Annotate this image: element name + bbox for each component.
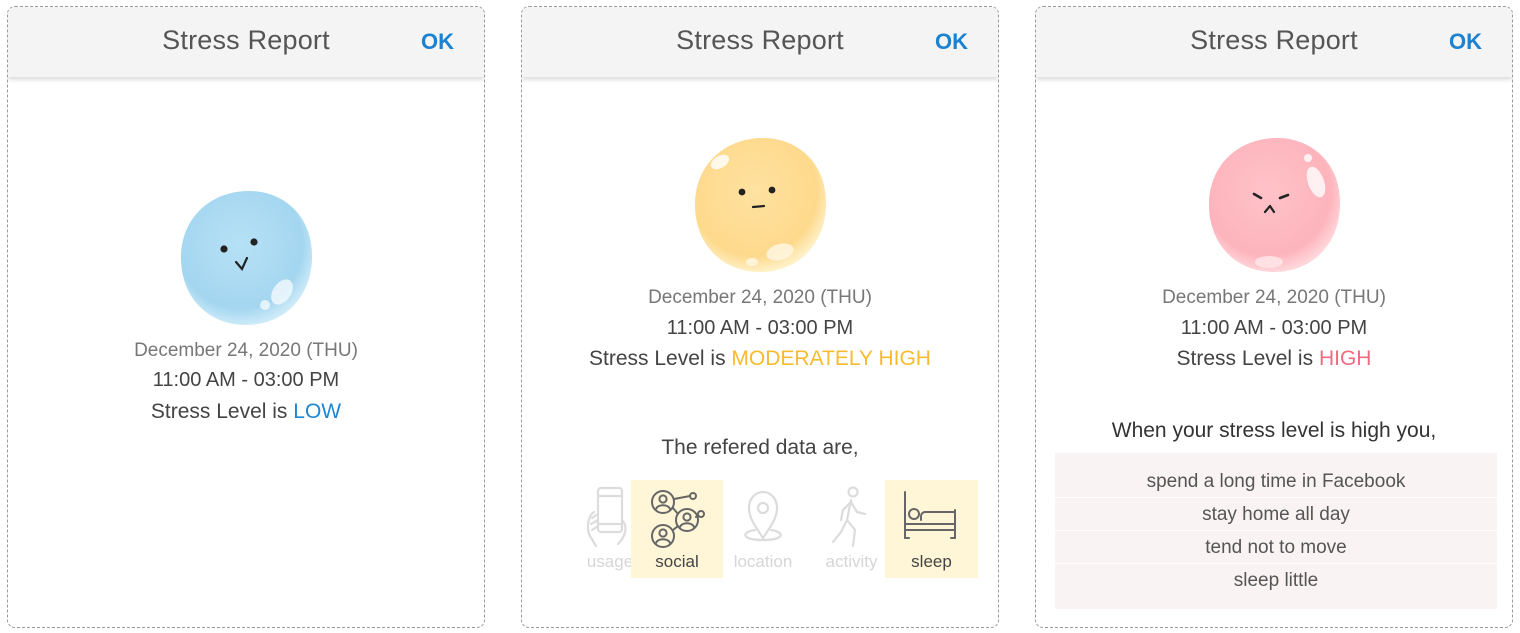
stress-level-text: Stress Level is MODERATELY HIGH — [522, 347, 998, 371]
data-item-label: sleep — [911, 552, 952, 571]
report-time-range: 11:00 AM - 03:00 PM — [1180, 317, 1368, 339]
report-date: December 24, 2020 (THU) — [134, 340, 358, 361]
when-high-title: When your stress level is high you, — [1111, 419, 1437, 442]
neutral-yellow-blob-icon — [690, 134, 832, 276]
list-item: stay home all day — [1055, 498, 1497, 531]
stress-level-value: MODERATELY HIGH — [731, 347, 931, 370]
social-network-icon — [651, 490, 705, 548]
report-time-range: 11:00 AM - 03:00 PM — [666, 317, 854, 339]
stress-level-prefix: Stress Level is — [589, 347, 732, 370]
ok-button[interactable]: OK — [421, 29, 454, 55]
data-item-label: activity — [825, 552, 878, 571]
list-item: sleep little — [1233, 570, 1319, 591]
location-pin-icon — [744, 490, 782, 542]
walking-person-icon — [831, 486, 867, 548]
panel-title: Stress Report — [676, 25, 844, 55]
report-time-range: 11:00 AM - 03:00 PM — [152, 369, 340, 391]
report-date: December 24, 2020 (THU) — [1162, 287, 1386, 308]
list-item: tend not to move — [1055, 531, 1497, 564]
data-item-label: social — [655, 552, 699, 571]
stress-report-panel-moderate: Stress Report OK December 24, 2020 (THU)… — [521, 6, 999, 628]
stress-level-value: LOW — [293, 400, 342, 423]
ok-button[interactable]: OK — [1449, 29, 1482, 55]
data-item-activity: activity — [809, 480, 894, 578]
stress-report-panel-low: Stress Report OK December 24, 2020 (THU)… — [7, 6, 485, 628]
happy-blue-blob-icon — [176, 187, 318, 329]
stress-level-text: Stress Level is HIGH — [1036, 347, 1512, 371]
panel-title: Stress Report — [162, 25, 330, 55]
data-item-social: social — [631, 480, 723, 578]
angry-red-blob-icon — [1204, 134, 1346, 276]
panel-title: Stress Report — [1190, 25, 1358, 55]
referred-data-list: usage social location activity sleep — [564, 480, 978, 578]
panel-header: Stress Report OK — [522, 7, 998, 77]
stress-level-prefix: Stress Level is — [150, 400, 294, 423]
panel-header: Stress Report OK — [1036, 7, 1512, 77]
data-item-location: location — [723, 480, 803, 578]
bed-icon — [904, 491, 956, 539]
ok-button[interactable]: OK — [935, 29, 968, 55]
list-item: spend a long time in Facebook — [1055, 465, 1497, 498]
report-date: December 24, 2020 (THU) — [648, 287, 872, 308]
stress-level-prefix: Stress Level is — [1176, 347, 1319, 370]
stress-level-text: Stress Level is LOW — [8, 400, 484, 424]
stress-reasons-list: spend a long time in Facebook stay home … — [1055, 453, 1497, 609]
data-item-sleep: sleep — [885, 480, 978, 578]
data-item-label: location — [733, 552, 793, 571]
panel-header: Stress Report OK — [8, 7, 484, 77]
stress-level-value: HIGH — [1318, 347, 1372, 370]
referred-data-title: The refered data are, — [661, 436, 859, 459]
stress-report-panel-high: Stress Report OK December 24, 2020 (THU)… — [1035, 6, 1513, 628]
